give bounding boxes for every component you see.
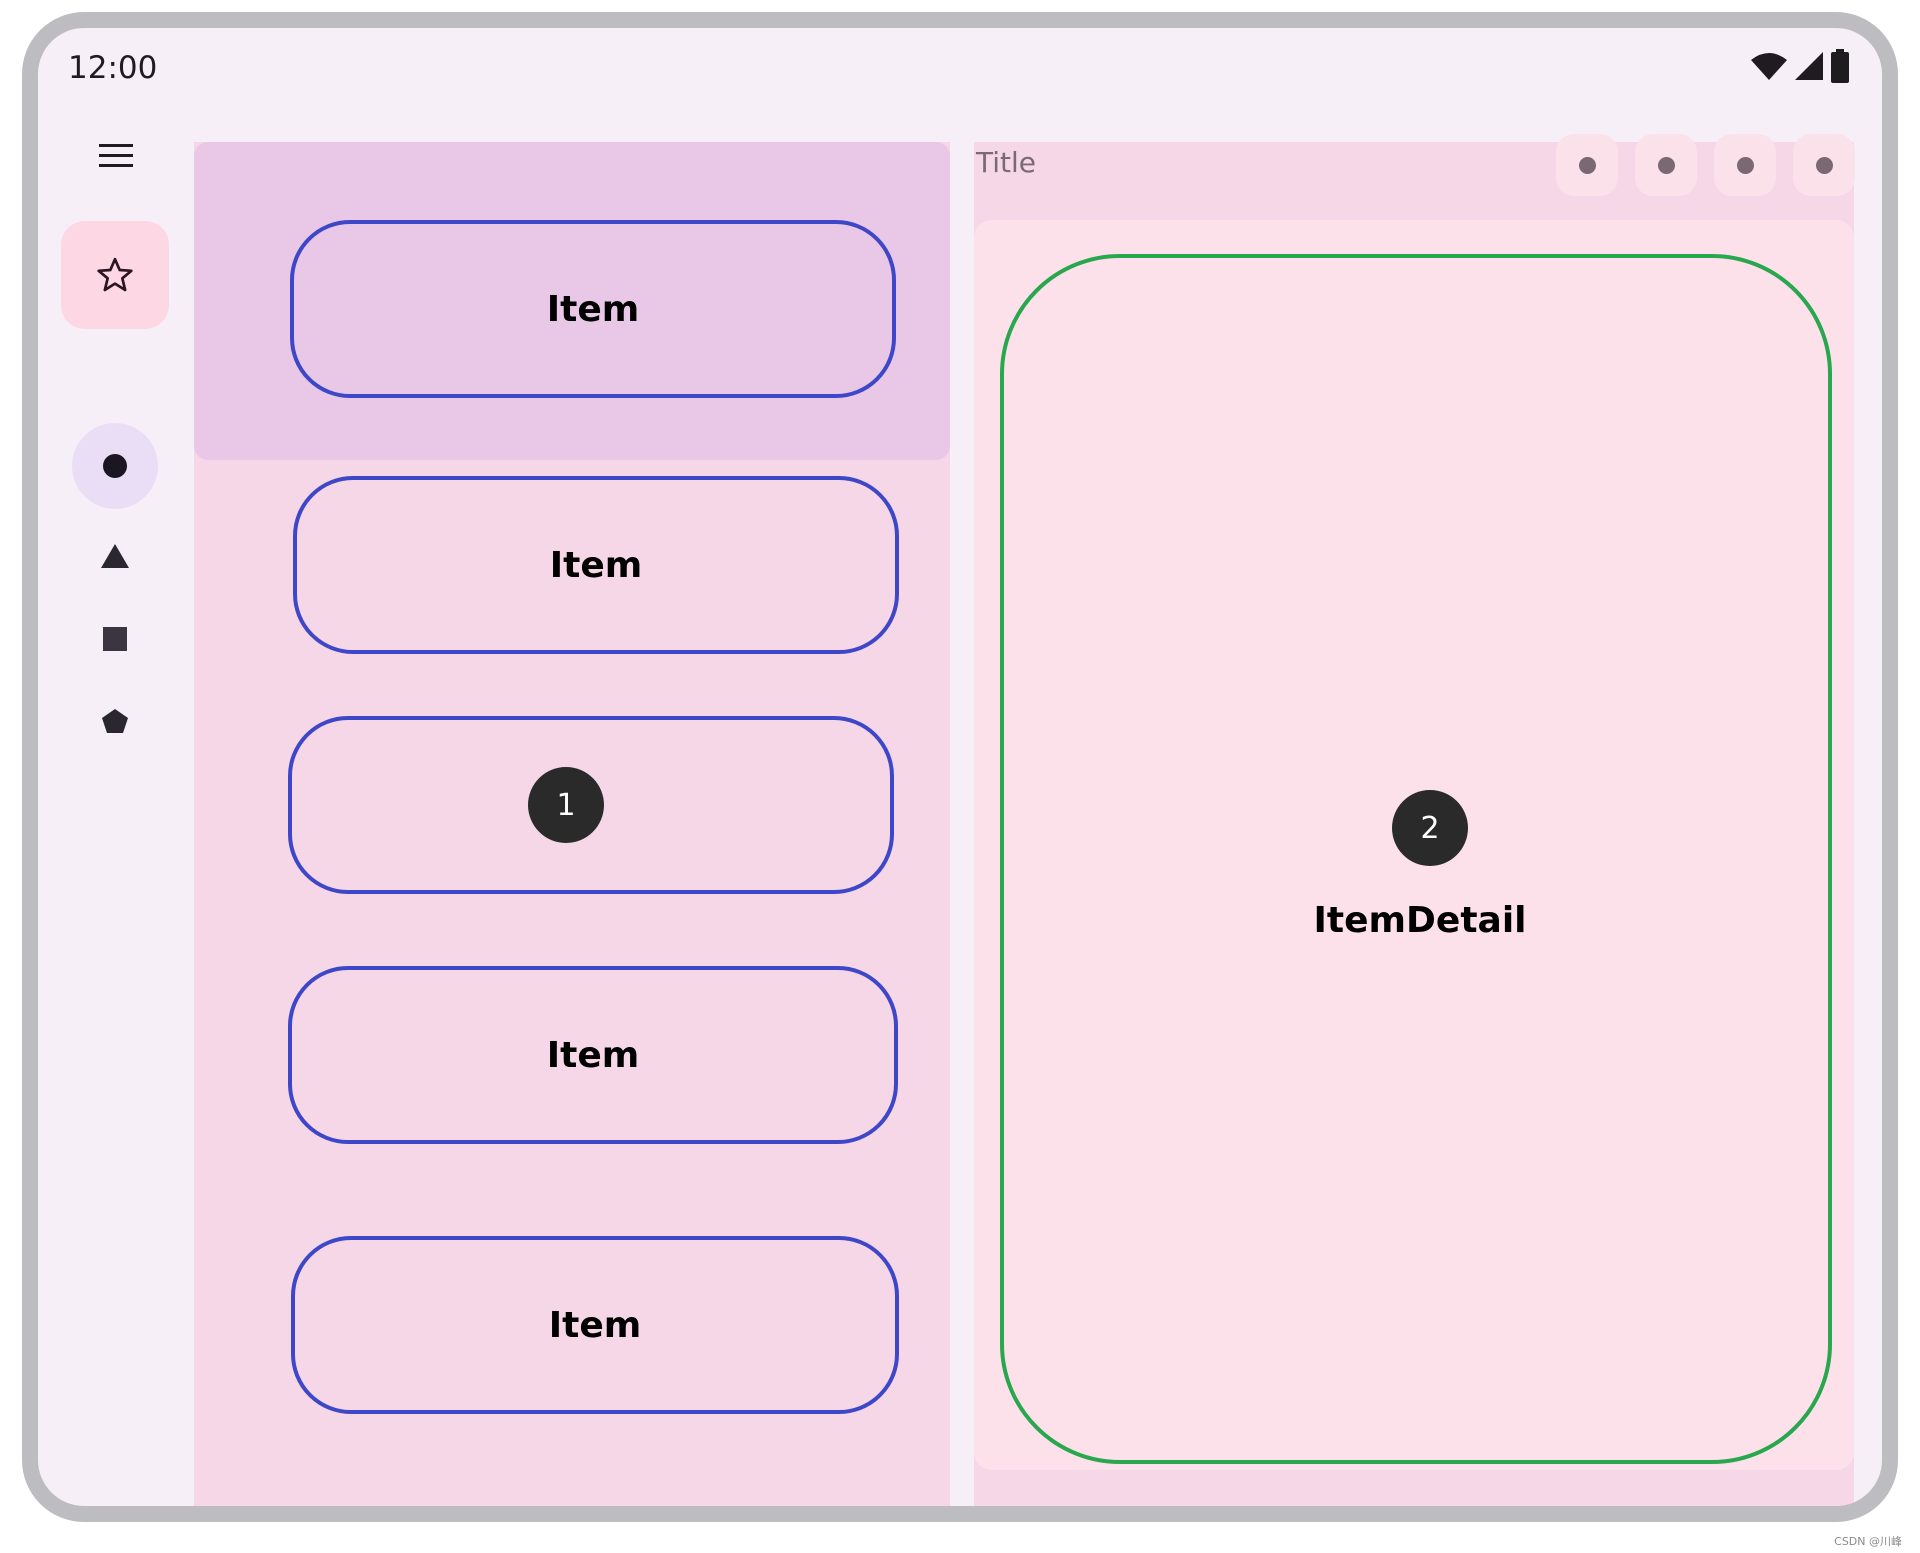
list-pane: Item Item 1 Item Item [194, 142, 950, 1506]
triangle-icon [101, 544, 129, 568]
rail-item-square[interactable] [72, 596, 158, 682]
list-item-label: Item [548, 1304, 642, 1346]
pentagon-icon [102, 709, 128, 733]
detail-pane: Title 2 ItemDetail [974, 134, 1855, 1506]
status-time: 12:00 [68, 50, 158, 86]
rail-item-circle[interactable] [72, 423, 158, 509]
item-detail-label: ItemDetail [1313, 900, 1527, 941]
action-dot-icon [1736, 156, 1754, 174]
wifi-icon [1750, 51, 1788, 85]
square-icon [103, 627, 127, 651]
list-item[interactable]: Item [290, 220, 896, 398]
list-item[interactable]: Item [291, 1236, 899, 1414]
action-dot-icon [1578, 156, 1596, 174]
number-badge: 1 [528, 767, 604, 843]
action-button-4[interactable] [1793, 134, 1855, 196]
list-item[interactable]: Item [288, 966, 898, 1144]
menu-button[interactable] [96, 136, 136, 176]
watermark: CSDN @川峰 [1834, 1535, 1902, 1548]
detail-title: Title [976, 146, 1037, 179]
circle-icon [103, 454, 127, 478]
rail-item-pentagon[interactable] [72, 678, 158, 764]
list-item[interactable]: 1 [288, 716, 894, 894]
action-dot-icon [1657, 156, 1675, 174]
list-item-label: Item [546, 288, 640, 330]
list-item-label: Item [549, 544, 643, 586]
action-button-3[interactable] [1714, 134, 1776, 196]
device-frame: 12:00 Item Item 1 Item Item Title 2 Item… [22, 12, 1898, 1522]
action-dot-icon [1815, 156, 1833, 174]
list-item[interactable]: Item [293, 476, 899, 654]
action-button-2[interactable] [1635, 134, 1697, 196]
rail-item-triangle[interactable] [72, 513, 158, 599]
star-icon [97, 257, 133, 292]
battery-icon [1830, 49, 1850, 87]
signal-icon [1794, 51, 1824, 85]
action-button-1[interactable] [1556, 134, 1618, 196]
number-badge: 2 [1392, 790, 1468, 866]
list-item-label: Item [546, 1034, 640, 1076]
fab-button[interactable] [61, 221, 169, 329]
menu-icon [99, 144, 133, 167]
status-icons [1750, 48, 1850, 88]
item-detail-panel[interactable]: 2 ItemDetail [1000, 254, 1832, 1464]
detail-card: 2 ItemDetail [974, 220, 1854, 1470]
